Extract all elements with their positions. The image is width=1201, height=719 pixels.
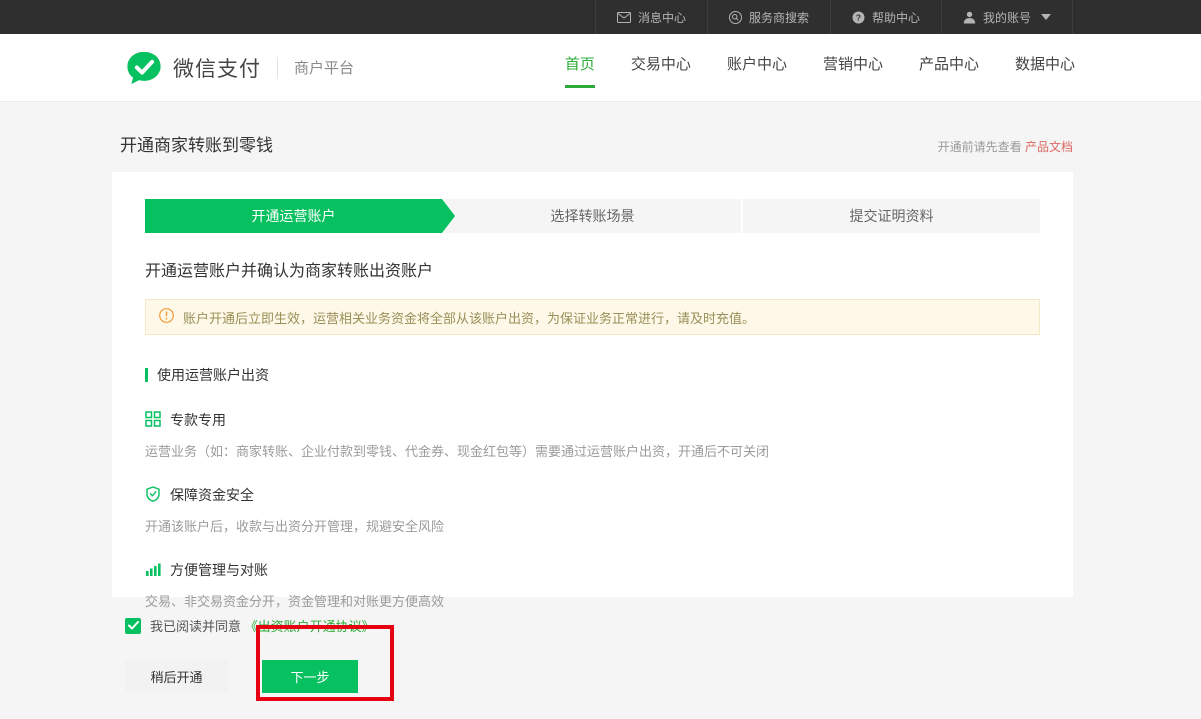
page-title: 开通商家转账到零钱 <box>120 131 273 156</box>
feature-title-text: 方便管理与对账 <box>170 560 268 580</box>
bar-chart-icon <box>145 561 161 580</box>
warning-info-icon <box>159 308 174 326</box>
platform-label: 商户平台 <box>294 57 354 78</box>
brand: 微信支付 商户平台 <box>125 49 354 87</box>
doc-hint: 开通前请先查看 产品文档 <box>938 138 1073 155</box>
funding-account-agreement-link[interactable]: 《出资账户开通协议》 <box>245 619 375 634</box>
topbar-item-label: 帮助中心 <box>872 9 920 26</box>
brand-divider <box>277 57 278 79</box>
grid-icon <box>145 411 161 430</box>
feature-desc-text: 开通该账户后，收款与出资分开管理，规避安全风险 <box>145 516 1040 535</box>
onboarding-card: 开通运营账户 选择转账场景 提交证明资料 开通运营账户并确认为商家转账出资账户 … <box>112 172 1073 597</box>
feature-desc-text: 交易、非交易资金分开，资金管理和对账更方便高效 <box>145 591 1040 610</box>
nav-item-home[interactable]: 首页 <box>565 47 595 88</box>
topbar-item-label: 服务商搜索 <box>749 9 809 26</box>
svg-text:?: ? <box>856 12 861 22</box>
help-center-item[interactable]: ? 帮助中心 <box>830 0 941 34</box>
topbar-item-label: 消息中心 <box>638 9 686 26</box>
step-submit-proof: 提交证明资料 <box>741 199 1040 233</box>
section-title: 使用运营账户出资 <box>145 365 1040 385</box>
open-later-button[interactable]: 稍后开通 <box>125 660 228 693</box>
card-heading: 开通运营账户并确认为商家转账出资账户 <box>145 257 1040 281</box>
feature-title-text: 专款专用 <box>170 410 226 430</box>
step-progress-bar: 开通运营账户 选择转账场景 提交证明资料 <box>145 199 1040 233</box>
help-icon: ? <box>852 11 865 24</box>
nav-item-data-center[interactable]: 数据中心 <box>1015 47 1075 88</box>
doc-hint-text: 开通前请先查看 <box>938 140 1025 154</box>
feature-fund-safety: 保障资金安全 开通该账户后，收款与出资分开管理，规避安全风险 <box>145 485 1040 535</box>
page-head: 开通商家转账到零钱 开通前请先查看 产品文档 <box>112 131 1073 156</box>
nav-item-transaction-center[interactable]: 交易中心 <box>631 47 691 88</box>
message-center-item[interactable]: 消息中心 <box>595 0 707 34</box>
feature-dedicated-funds: 专款专用 运营业务（如：商家转账、企业付款到零钱、代金券、现金红包等）需要通过运… <box>145 410 1040 460</box>
action-buttons: 稍后开通 下一步 <box>125 660 1201 693</box>
agreement-text: 我已阅读并同意 《出资账户开通协议》 <box>150 616 375 635</box>
user-icon <box>963 11 976 24</box>
agreement-row: 我已阅读并同意 《出资账户开通协议》 <box>125 616 1201 635</box>
step-open-operating-account: 开通运营账户 <box>145 199 442 233</box>
mail-icon <box>617 12 631 23</box>
product-doc-link[interactable]: 产品文档 <box>1025 140 1073 154</box>
section-title-text: 使用运营账户出资 <box>157 365 269 385</box>
section-accent-bar <box>145 368 148 382</box>
nav-item-product-center[interactable]: 产品中心 <box>919 47 979 88</box>
shield-safety-icon <box>145 486 161 505</box>
chevron-down-icon <box>1041 14 1051 20</box>
search-icon <box>729 11 742 24</box>
service-provider-search-item[interactable]: 服务商搜索 <box>707 0 830 34</box>
topbar-item-label: 我的账号 <box>983 9 1031 26</box>
brand-name: 微信支付 <box>173 53 261 83</box>
feature-easy-reconciliation: 方便管理与对账 交易、非交易资金分开，资金管理和对账更方便高效 <box>145 560 1040 610</box>
wechat-pay-logo-icon <box>125 49 163 87</box>
agreement-checkbox[interactable] <box>125 618 141 634</box>
top-utility-bar: 消息中心 服务商搜索 ? 帮助中心 我的账号 <box>0 0 1201 34</box>
next-step-button[interactable]: 下一步 <box>262 660 358 693</box>
nav-item-marketing-center[interactable]: 营销中心 <box>823 47 883 88</box>
my-account-item[interactable]: 我的账号 <box>941 0 1073 34</box>
notice-banner: 账户开通后立即生效，运营相关业务资金将全部从该账户出资，为保证业务正常进行，请及… <box>145 299 1040 335</box>
main-nav: 首页 交易中心 账户中心 营销中心 产品中心 数据中心 <box>565 47 1075 88</box>
main-header: 微信支付 商户平台 首页 交易中心 账户中心 营销中心 产品中心 数据中心 <box>0 34 1201 102</box>
step-choose-transfer-scene: 选择转账场景 <box>442 199 741 233</box>
feature-desc-text: 运营业务（如：商家转账、企业付款到零钱、代金券、现金红包等）需要通过运营账户出资… <box>145 441 1040 460</box>
notice-text: 账户开通后立即生效，运营相关业务资金将全部从该账户出资，为保证业务正常进行，请及… <box>183 308 755 327</box>
nav-item-account-center[interactable]: 账户中心 <box>727 47 787 88</box>
feature-title-text: 保障资金安全 <box>170 485 254 505</box>
agreement-text-prefix: 我已阅读并同意 <box>150 619 245 634</box>
